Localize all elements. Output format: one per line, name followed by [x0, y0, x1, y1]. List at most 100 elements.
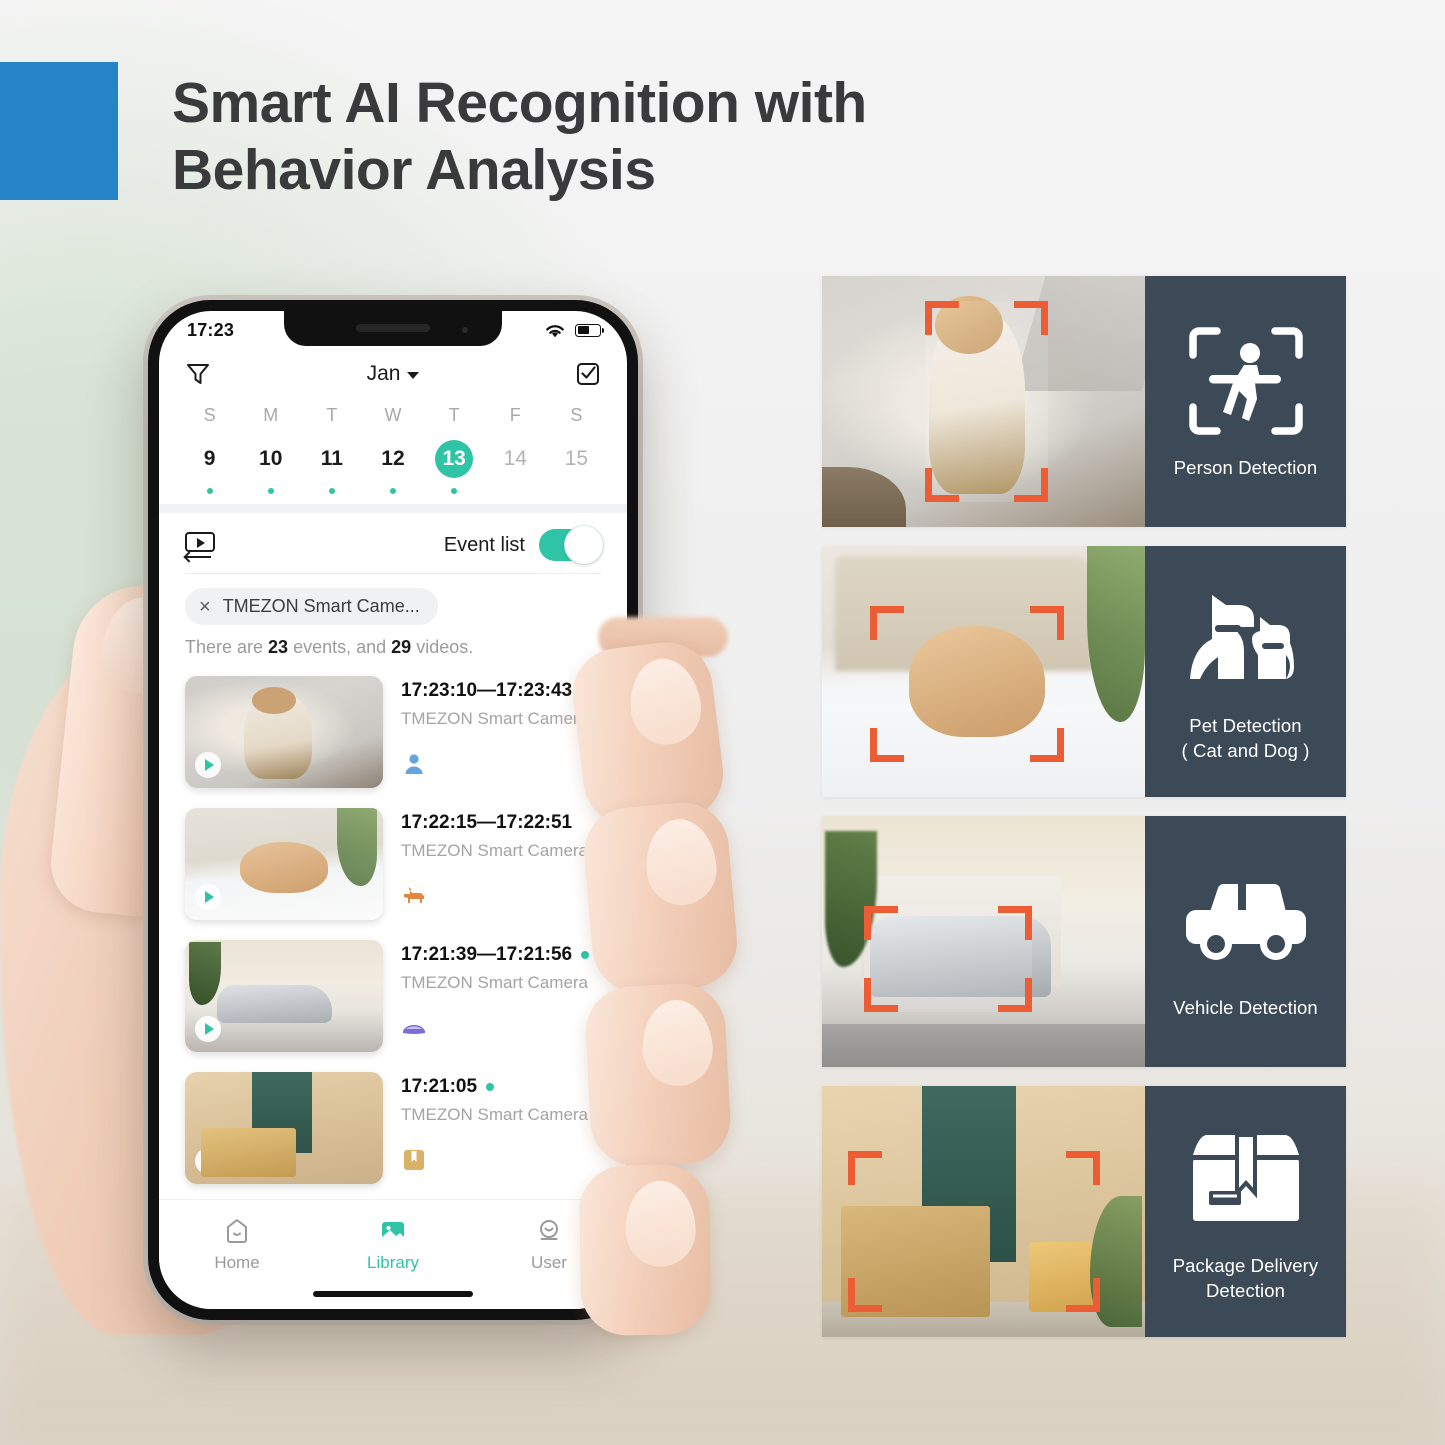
event-dot	[267, 488, 274, 494]
event-thumbnail[interactable]	[185, 940, 383, 1052]
videos-count: 29	[391, 637, 412, 657]
event-list-toggle-row: Event list	[159, 513, 627, 573]
event-time-row: 17:21:05	[401, 1076, 601, 1098]
calendar-day-number: 13	[435, 440, 474, 478]
calendar-day-number: 10	[259, 447, 283, 470]
user-icon	[540, 1220, 558, 1240]
event-thumbnail[interactable]	[185, 1072, 383, 1184]
front-camera	[462, 327, 468, 333]
page-title-line1: Smart AI Recognition with	[172, 71, 867, 135]
event-list-switch[interactable]	[539, 526, 603, 564]
unread-dot	[486, 1083, 495, 1091]
caption-line2: Detection	[1205, 1279, 1286, 1301]
calendar-day[interactable]: 10	[240, 440, 301, 500]
caption-line1: Package Delivery	[1172, 1255, 1319, 1277]
vehicle-badge-icon	[403, 1025, 425, 1034]
unread-dot	[581, 951, 590, 959]
chevron-down-icon	[407, 372, 420, 379]
event-list: 17:23:10—17:23:43 TMEZON Smart Camera 17…	[159, 670, 627, 1198]
event-dot	[206, 488, 213, 494]
close-icon[interactable]: ×	[199, 597, 211, 617]
feature-card-pet-detection: Pet Detection ( Cat and Dog )	[822, 546, 1346, 797]
tab-home[interactable]: Home	[159, 1216, 315, 1273]
home-indicator	[313, 1291, 473, 1297]
calendar-day-selected[interactable]: 13	[424, 440, 485, 500]
detection-bracket	[847, 1151, 1100, 1312]
filter-icon[interactable]	[185, 361, 211, 387]
events-count: 23	[268, 637, 289, 657]
play-icon[interactable]	[195, 1148, 221, 1174]
dow-label: F	[509, 405, 521, 425]
unread-dot	[581, 687, 590, 695]
event-camera: TMEZON Smart Camera	[401, 973, 589, 992]
detection-bracket	[870, 606, 1065, 762]
event-thumbnail[interactable]	[185, 808, 383, 920]
tab-user[interactable]: User	[471, 1216, 627, 1273]
summary-middle: events, and	[288, 637, 392, 657]
pet-detection-info: Pet Detection ( Cat and Dog )	[1145, 546, 1346, 797]
event-camera: TMEZON Smart Camera	[401, 709, 589, 728]
event-row[interactable]: 17:23:10—17:23:43 TMEZON Smart Camera	[185, 670, 601, 802]
feature-card-package-detection: Package Delivery Detection	[822, 1086, 1346, 1337]
event-list-label: Event list	[443, 533, 525, 556]
event-row[interactable]: 17:22:15—17:22:51 TMEZON Smart Camera	[185, 802, 601, 934]
event-row[interactable]: 17:21:39—17:21:56 TMEZON Smart Camera	[185, 934, 601, 1066]
pet-detection-photo	[822, 546, 1145, 797]
event-time: 17:21:05	[401, 1076, 478, 1097]
tab-label: User	[531, 1253, 567, 1272]
earpiece-speaker	[356, 324, 430, 332]
filter-chip-label: TMEZON Smart Came...	[222, 596, 420, 616]
calendar-day[interactable]: 9	[179, 440, 240, 500]
summary-suffix: videos.	[411, 637, 474, 657]
play-icon[interactable]	[195, 752, 221, 778]
month-selector[interactable]: Jan	[367, 362, 420, 386]
summary-prefix: There are	[185, 637, 269, 657]
event-camera: TMEZON Smart Camera	[401, 1105, 589, 1124]
event-thumbnail[interactable]	[185, 676, 383, 788]
calendar-day[interactable]: 12	[362, 440, 423, 500]
dow-label: M	[263, 405, 279, 425]
vehicle-detection-info: Vehicle Detection	[1145, 816, 1346, 1067]
calendar-day-number: 12	[381, 447, 405, 470]
package-detection-info: Package Delivery Detection	[1145, 1086, 1346, 1337]
person-badge-icon	[405, 754, 423, 774]
event-time-row: 17:22:15—17:22:51	[401, 812, 601, 834]
feature-caption: Vehicle Detection	[1173, 996, 1318, 1020]
detection-bracket	[925, 301, 1049, 502]
pet-detection-icon	[1182, 580, 1310, 698]
filter-chip-camera[interactable]: × TMEZON Smart Came...	[185, 588, 438, 625]
dow-label: T	[448, 405, 460, 425]
calendar-day[interactable]: 14	[485, 440, 546, 500]
tab-label: Library	[367, 1253, 419, 1272]
event-time: 17:21:39—17:21:56	[401, 944, 573, 965]
person-detection-photo	[822, 276, 1145, 527]
calendar-dow-row: S M T W T F S	[179, 405, 607, 440]
calendar-day-number: 15	[564, 447, 589, 470]
section-divider	[159, 504, 627, 513]
dow-label: S	[203, 405, 216, 425]
event-time: 17:22:15—17:22:51	[401, 812, 573, 833]
feature-card-list: Person Detection Pet Detection (Cat and…	[822, 276, 1346, 1356]
page-title: Smart AI Recognition with Behavior Analy…	[172, 70, 1072, 205]
video-playback-icon[interactable]	[185, 532, 215, 558]
detection-bracket	[863, 906, 1032, 1012]
person-detection-icon	[1187, 322, 1305, 440]
app-header: Jan	[159, 347, 627, 393]
event-row[interactable]: 17:21:05 TMEZON Smart Camera	[185, 1066, 601, 1198]
tab-library[interactable]: Library	[315, 1216, 471, 1273]
play-icon[interactable]	[195, 1016, 221, 1042]
package-badge-icon	[404, 1150, 424, 1170]
event-time: 17:23:10—17:23:43	[401, 680, 573, 701]
checkbox-select-icon[interactable]	[575, 361, 601, 387]
dow-label: S	[570, 405, 583, 425]
play-icon[interactable]	[195, 884, 221, 910]
calendar-day[interactable]: 15	[546, 440, 607, 500]
feature-card-vehicle-detection: Vehicle Detection	[822, 816, 1346, 1067]
calendar-day[interactable]: 11	[301, 440, 362, 500]
calendar-day-number: 11	[320, 447, 343, 470]
event-time-row: 17:21:39—17:21:56	[401, 944, 601, 966]
calendar-day-number: 14	[503, 447, 527, 470]
month-label: Jan	[366, 362, 401, 385]
feature-card-person-detection: Person Detection	[822, 276, 1346, 527]
brand-accent-square	[0, 62, 118, 200]
